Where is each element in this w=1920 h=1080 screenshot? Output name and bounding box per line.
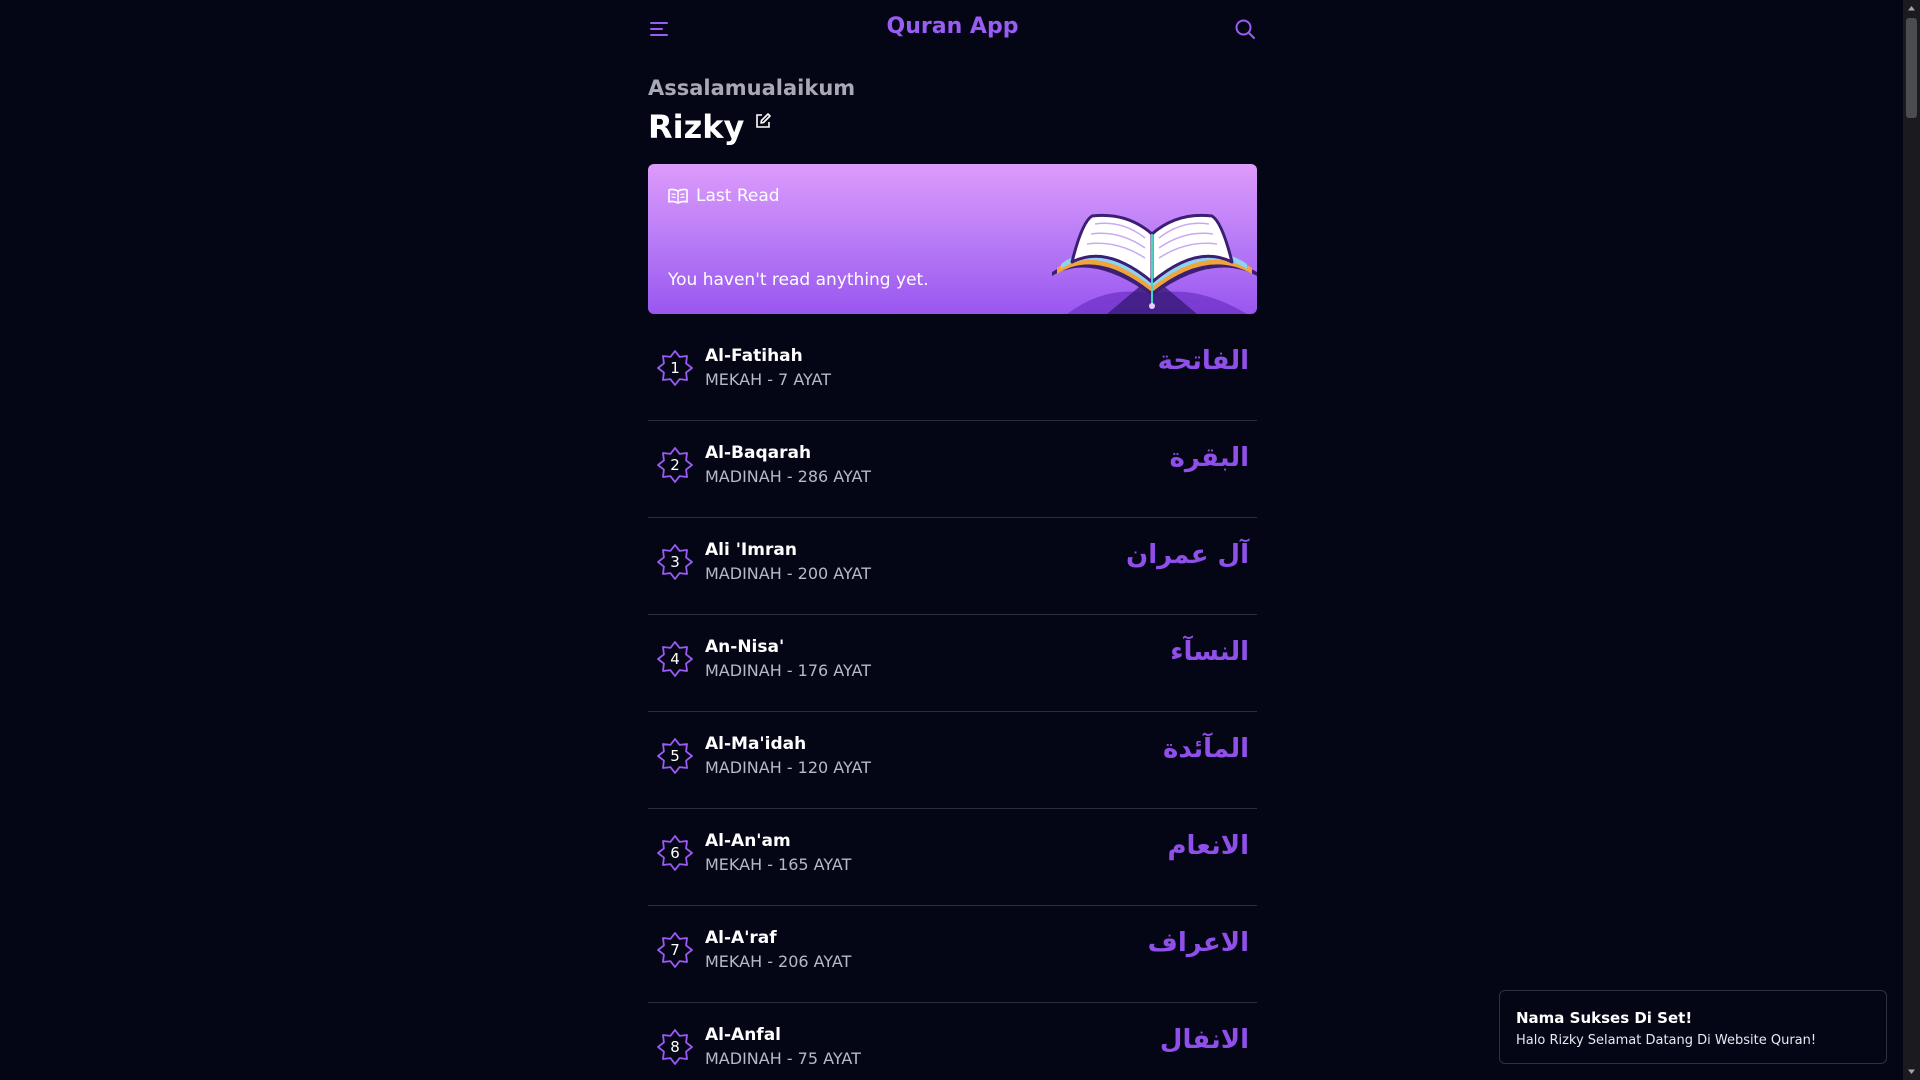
surah-meta: MADINAH - 120 AYAT (705, 758, 872, 777)
surah-name: Al-Baqarah (705, 443, 812, 463)
edit-name-button[interactable] (754, 112, 772, 130)
surah-name: Al-Fatihah (705, 346, 803, 366)
surah-list: 1 Al-Fatihah MEKAH - 7 AYAT الفاتحة 2 Al… (648, 324, 1257, 1080)
surah-item[interactable]: 7 Al-A'raf MEKAH - 206 AYAT الاعراف (648, 906, 1257, 1003)
last-read-card[interactable]: Last Read You haven't read anything yet. (648, 164, 1257, 314)
toast-notification[interactable]: Nama Sukses Di Set! Halo Rizky Selamat D… (1499, 990, 1887, 1064)
surah-arabic-name: الانفال (1159, 1025, 1249, 1055)
surah-item[interactable]: 3 Ali 'Imran MADINAH - 200 AYAT آل عمران (648, 518, 1257, 615)
surah-item[interactable]: 6 Al-An'am MEKAH - 165 AYAT الانعام (648, 809, 1257, 906)
viewport: Quran App Assalamualaikum Rizky Last Rea… (0, 0, 1920, 1080)
surah-number-badge: 6 (656, 834, 694, 872)
surah-number: 2 (670, 456, 680, 474)
user-name: Rizky (648, 108, 745, 146)
surah-number: 5 (670, 747, 680, 765)
surah-meta: MADINAH - 75 AYAT (705, 1049, 861, 1068)
surah-number-badge: 1 (656, 349, 694, 387)
surah-name: An-Nisa' (705, 637, 785, 657)
top-bar: Quran App (648, 0, 1257, 60)
last-read-message: You haven't read anything yet. (668, 270, 929, 290)
greeting-text: Assalamualaikum (648, 76, 856, 100)
surah-item[interactable]: 2 Al-Baqarah MADINAH - 286 AYAT البقرة (648, 421, 1257, 518)
surah-number: 1 (670, 359, 680, 377)
search-icon (1235, 19, 1255, 39)
surah-arabic-name: الفاتحة (1157, 346, 1249, 376)
surah-arabic-name: الاعراف (1147, 928, 1249, 958)
surah-number: 7 (670, 941, 680, 959)
surah-name: Al-An'am (705, 831, 791, 851)
toast-message: Halo Rizky Selamat Datang Di Website Qur… (1516, 1033, 1817, 1048)
surah-number-badge: 2 (656, 446, 694, 484)
scroll-thumb[interactable] (1906, 18, 1917, 118)
app-container: Quran App Assalamualaikum Rizky Last Rea… (648, 0, 1257, 1068)
surah-item[interactable]: 5 Al-Ma'idah MADINAH - 120 AYAT المآئدة (648, 712, 1257, 809)
edit-icon (756, 113, 772, 128)
surah-name: Al-A'raf (705, 928, 777, 948)
surah-name: Al-Ma'idah (705, 734, 807, 754)
surah-number-badge: 8 (656, 1028, 694, 1066)
surah-arabic-name: البقرة (1169, 443, 1249, 473)
surah-item[interactable]: 1 Al-Fatihah MEKAH - 7 AYAT الفاتحة (648, 324, 1257, 421)
surah-number: 8 (670, 1038, 680, 1056)
surah-meta: MEKAH - 206 AYAT (705, 952, 852, 971)
quran-illustration (1052, 213, 1257, 314)
last-read-header: Last Read (668, 186, 780, 206)
surah-name: Ali 'Imran (705, 540, 797, 560)
surah-number-badge: 5 (656, 737, 694, 775)
surah-meta: MADINAH - 200 AYAT (705, 564, 872, 583)
search-button[interactable] (1233, 17, 1257, 41)
surah-item[interactable]: 4 An-Nisa' MADINAH - 176 AYAT النسآء (648, 615, 1257, 712)
surah-arabic-name: المآئدة (1163, 734, 1249, 764)
surah-name: Al-Anfal (705, 1025, 781, 1045)
surah-arabic-name: الانعام (1167, 831, 1249, 861)
surah-number-badge: 7 (656, 931, 694, 969)
surah-number: 4 (670, 650, 680, 668)
surah-meta: MEKAH - 165 AYAT (705, 855, 852, 874)
surah-number: 3 (670, 553, 680, 571)
surah-arabic-name: آل عمران (1126, 540, 1249, 570)
book-open-icon (668, 188, 688, 204)
last-read-label: Last Read (696, 186, 780, 206)
surah-number-badge: 3 (656, 543, 694, 581)
page-scrollbar[interactable] (1903, 0, 1920, 1080)
surah-meta: MEKAH - 7 AYAT (705, 370, 832, 389)
surah-item[interactable]: 8 Al-Anfal MADINAH - 75 AYAT الانفال (648, 1003, 1257, 1080)
surah-arabic-name: النسآء (1170, 637, 1249, 667)
app-title: Quran App (886, 14, 1019, 39)
surah-meta: MADINAH - 176 AYAT (705, 661, 872, 680)
surah-number-badge: 4 (656, 640, 694, 678)
toast-title: Nama Sukses Di Set! (1516, 1009, 1693, 1027)
scroll-down-arrow-icon[interactable] (1903, 1063, 1920, 1080)
surah-number: 6 (670, 844, 680, 862)
user-name-row: Rizky (648, 108, 772, 146)
scroll-up-arrow-icon[interactable] (1903, 0, 1920, 17)
surah-meta: MADINAH - 286 AYAT (705, 467, 872, 486)
